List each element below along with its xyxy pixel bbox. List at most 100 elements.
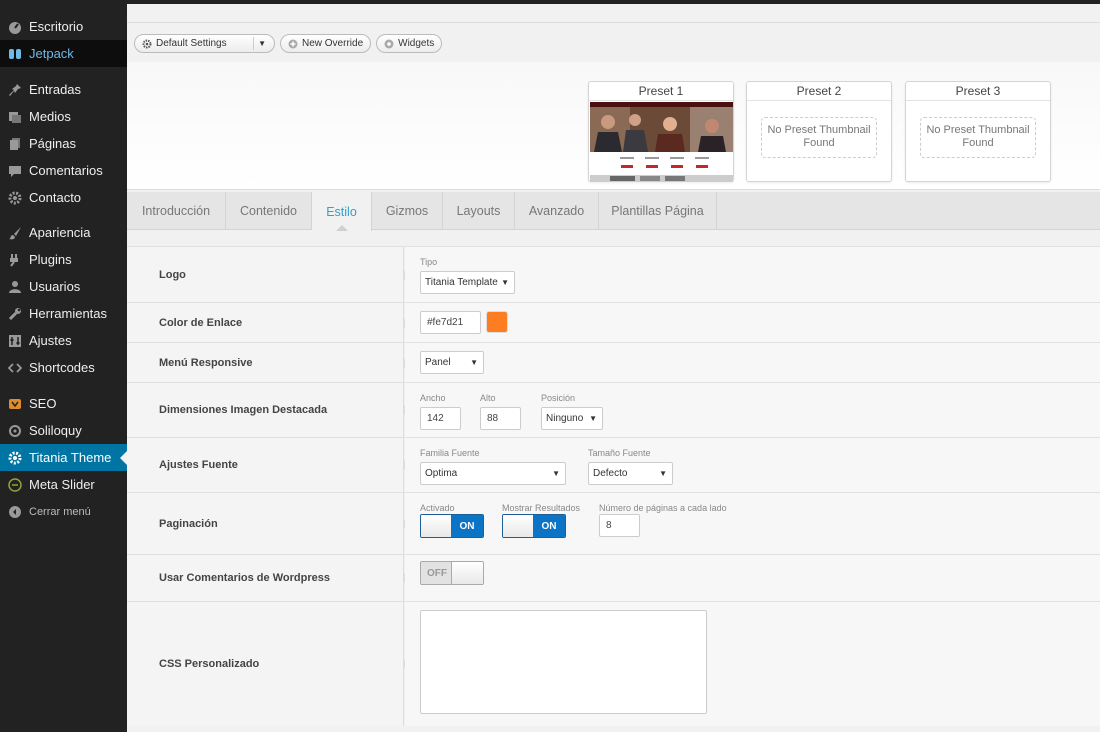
sidebar-item-meta-slider[interactable]: Meta Slider bbox=[0, 471, 127, 498]
custom-css-textarea[interactable] bbox=[420, 610, 707, 714]
sidebar-item-soliloquy[interactable]: Soliloquy bbox=[0, 417, 127, 444]
chevron-down-icon: ▼ bbox=[258, 39, 266, 48]
setting-label: Usar Comentarios de Wordpress bbox=[127, 555, 409, 601]
setting-label: Paginación bbox=[127, 493, 409, 554]
preset-3-card[interactable]: Preset 3 No Preset Thumbnail Found bbox=[905, 81, 1051, 182]
soliloquy-icon bbox=[8, 424, 22, 438]
setting-label: Color de Enlace bbox=[127, 303, 409, 342]
sidebar-item-label: Medios bbox=[29, 109, 71, 124]
image-height-input[interactable]: 88 bbox=[480, 407, 521, 430]
jetpack-icon bbox=[8, 47, 22, 61]
widgets-button[interactable]: Widgets bbox=[376, 34, 443, 53]
setting-field: Familia Fuente Optima ▼ Tamaño Fuente De… bbox=[405, 438, 1100, 492]
setting-row-fonts: Ajustes Fuente Familia Fuente Optima ▼ T… bbox=[127, 437, 1100, 492]
select-divider bbox=[253, 37, 254, 50]
sidebar-item-seo[interactable]: SEO bbox=[0, 390, 127, 417]
image-position-select[interactable]: Ninguno ▼ bbox=[541, 407, 603, 430]
toggle-knob bbox=[421, 515, 453, 537]
setting-row-featured-image: Dimensiones Imagen Destacada Ancho 142 A… bbox=[127, 382, 1100, 437]
tab-contenido[interactable]: Contenido bbox=[226, 192, 312, 230]
link-color-swatch[interactable] bbox=[486, 311, 508, 333]
new-override-button[interactable]: New Override bbox=[280, 34, 372, 53]
sidebar-item-apariencia[interactable]: Apariencia bbox=[0, 219, 127, 246]
setting-label: Dimensiones Imagen Destacada bbox=[127, 383, 409, 437]
sidebar-item-titania-theme[interactable]: Titania Theme bbox=[0, 444, 127, 471]
preset-area: Preset 1 Preset 2 No Preset Thumbnail Fo… bbox=[127, 62, 1100, 190]
sidebar-item-label: Soliloquy bbox=[29, 423, 82, 438]
new-override-label: New Override bbox=[302, 38, 364, 49]
dashboard-icon bbox=[8, 20, 22, 34]
collapse-menu-button[interactable]: Cerrar menú bbox=[0, 498, 127, 525]
sidebar-item-contacto[interactable]: Contacto bbox=[0, 184, 127, 211]
show-results-toggle[interactable]: ON bbox=[502, 514, 566, 538]
field-caption: Tamaño Fuente bbox=[588, 448, 651, 458]
field-caption: Número de páginas a cada lado bbox=[599, 503, 727, 513]
sidebar-item-label: Contacto bbox=[29, 190, 82, 205]
media-icon bbox=[8, 110, 22, 124]
wp-comments-toggle[interactable]: OFF bbox=[420, 561, 484, 585]
setting-row-custom-css: CSS Personalizado bbox=[127, 601, 1100, 726]
field-caption: Mostrar Resultados bbox=[502, 503, 581, 513]
wrench-icon bbox=[8, 307, 22, 321]
sidebar-item-entradas[interactable]: Entradas bbox=[0, 76, 127, 103]
field-caption: Alto bbox=[480, 393, 496, 403]
preset-no-thumbnail: No Preset Thumbnail Found bbox=[920, 117, 1036, 158]
select-value: Panel bbox=[425, 357, 451, 368]
admin-sidebar: Escritorio Jetpack Entradas Medios Págin… bbox=[0, 0, 127, 732]
preset-title: Preset 3 bbox=[906, 82, 1050, 101]
sidebar-item-comentarios[interactable]: Comentarios bbox=[0, 157, 127, 184]
pagination-enabled-toggle[interactable]: ON bbox=[420, 514, 484, 538]
sidebar-item-escritorio[interactable]: Escritorio bbox=[0, 13, 127, 40]
sidebar-item-paginas[interactable]: Páginas bbox=[0, 130, 127, 157]
select-value: Defecto bbox=[593, 468, 628, 479]
preset-no-thumbnail: No Preset Thumbnail Found bbox=[761, 117, 877, 158]
collapse-icon bbox=[8, 505, 22, 519]
seo-icon bbox=[8, 397, 22, 411]
gear-icon bbox=[142, 39, 152, 49]
logo-type-select[interactable]: Titania Template ▼ bbox=[420, 271, 515, 294]
responsive-menu-select[interactable]: Panel ▼ bbox=[420, 351, 484, 374]
setting-row-pagination: Paginación Activado ON Mostrar Resultado… bbox=[127, 492, 1100, 554]
preset-1-card[interactable]: Preset 1 bbox=[588, 81, 734, 182]
setting-row-wp-comments: Usar Comentarios de Wordpress OFF bbox=[127, 554, 1100, 601]
tab-estilo[interactable]: Estilo bbox=[312, 192, 372, 231]
tab-gizmos[interactable]: Gizmos bbox=[372, 192, 443, 230]
code-icon bbox=[8, 361, 22, 375]
tab-plantillas-pagina[interactable]: Plantillas Página bbox=[599, 192, 717, 230]
default-settings-select[interactable]: Default Settings ▼ bbox=[134, 34, 275, 53]
setting-field: Ancho 142 Alto 88 Posición Ninguno ▼ bbox=[405, 383, 1100, 437]
chevron-down-icon: ▼ bbox=[589, 414, 597, 423]
font-family-select[interactable]: Optima ▼ bbox=[420, 462, 566, 485]
sidebar-item-jetpack[interactable]: Jetpack bbox=[0, 40, 127, 67]
font-size-select[interactable]: Defecto ▼ bbox=[588, 462, 673, 485]
tab-avanzado[interactable]: Avanzado bbox=[515, 192, 599, 230]
preset-thumbnail-image bbox=[590, 102, 733, 182]
sidebar-item-plugins[interactable]: Plugins bbox=[0, 246, 127, 273]
user-icon bbox=[8, 280, 22, 294]
tab-introduccion[interactable]: Introducción bbox=[127, 192, 226, 230]
tab-layouts[interactable]: Layouts bbox=[443, 192, 515, 230]
sidebar-item-shortcodes[interactable]: Shortcodes bbox=[0, 354, 127, 381]
toggle-state: ON bbox=[451, 515, 483, 537]
pin-icon bbox=[8, 83, 22, 97]
preset-2-card[interactable]: Preset 2 No Preset Thumbnail Found bbox=[746, 81, 892, 182]
plugin-icon bbox=[8, 253, 22, 267]
field-caption: Ancho bbox=[420, 393, 446, 403]
sidebar-item-medios[interactable]: Medios bbox=[0, 103, 127, 130]
sidebar-item-label: Entradas bbox=[29, 82, 82, 97]
link-color-input[interactable]: #fe7d21 bbox=[420, 311, 481, 334]
setting-row-logo: Logo Tipo Titania Template ▼ bbox=[127, 246, 1100, 302]
image-width-input[interactable]: 142 bbox=[420, 407, 461, 430]
toggle-state: OFF bbox=[421, 562, 453, 584]
setting-label: CSS Personalizado bbox=[127, 602, 409, 726]
sidebar-item-ajustes[interactable]: Ajustes bbox=[0, 327, 127, 354]
slider-icon bbox=[8, 477, 22, 492]
sidebar-item-label: Cerrar menú bbox=[29, 505, 91, 518]
sidebar-item-usuarios[interactable]: Usuarios bbox=[0, 273, 127, 300]
pages-each-side-input[interactable]: 8 bbox=[599, 514, 640, 537]
select-value: Ninguno bbox=[546, 413, 584, 424]
gear-icon bbox=[8, 451, 22, 465]
sidebar-item-herramientas[interactable]: Herramientas bbox=[0, 300, 127, 327]
chevron-down-icon: ▼ bbox=[470, 358, 478, 367]
sidebar-item-label: Escritorio bbox=[29, 19, 84, 34]
